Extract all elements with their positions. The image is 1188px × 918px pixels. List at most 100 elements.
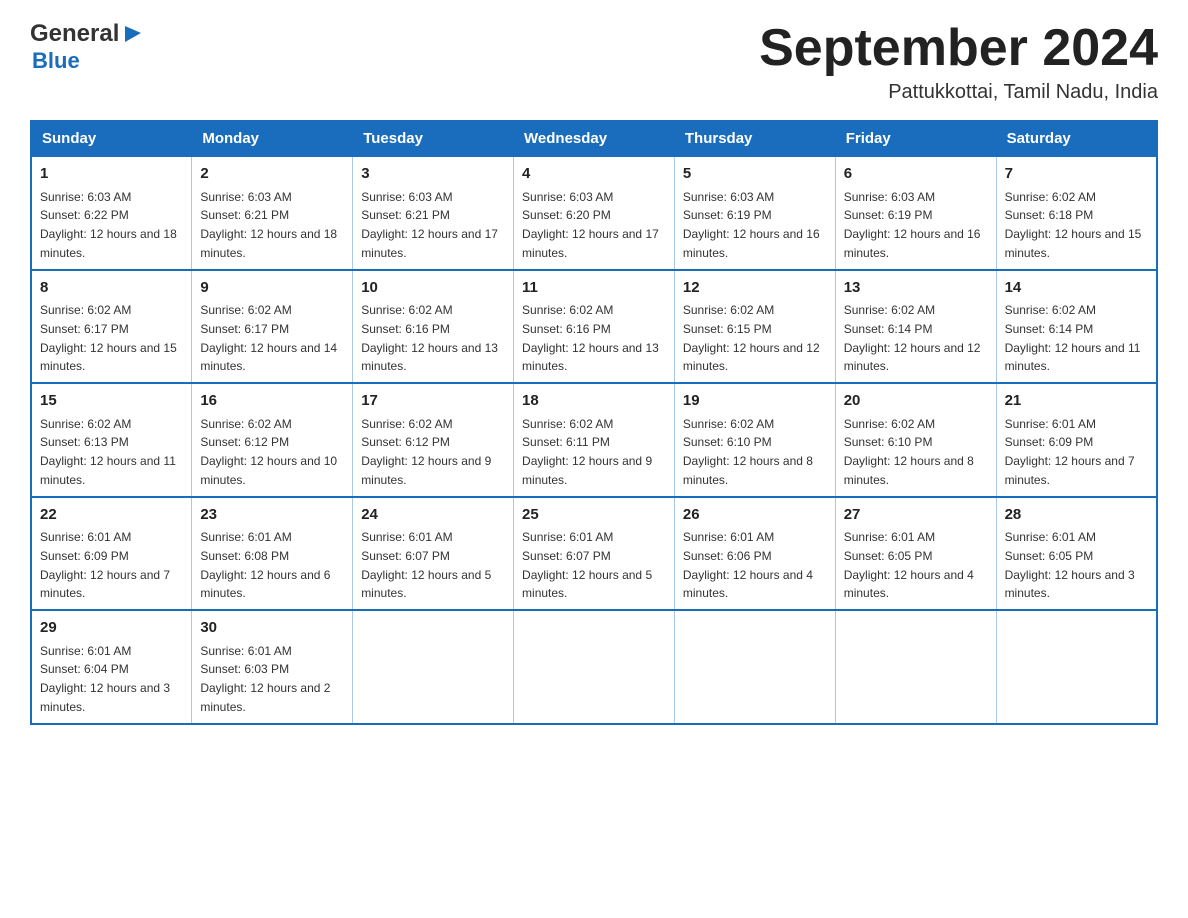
calendar-cell: 12 Sunrise: 6:02 AMSunset: 6:15 PMDaylig… bbox=[674, 270, 835, 384]
calendar-cell: 16 Sunrise: 6:02 AMSunset: 6:12 PMDaylig… bbox=[192, 383, 353, 497]
calendar-cell: 3 Sunrise: 6:03 AMSunset: 6:21 PMDayligh… bbox=[353, 156, 514, 270]
calendar-cell: 25 Sunrise: 6:01 AMSunset: 6:07 PMDaylig… bbox=[514, 497, 675, 611]
day-info: Sunrise: 6:01 AMSunset: 6:09 PMDaylight:… bbox=[40, 530, 170, 600]
day-number: 4 bbox=[522, 163, 666, 186]
day-info: Sunrise: 6:02 AMSunset: 6:16 PMDaylight:… bbox=[361, 303, 498, 373]
day-info: Sunrise: 6:01 AMSunset: 6:07 PMDaylight:… bbox=[522, 530, 652, 600]
weekday-header-row: Sunday Monday Tuesday Wednesday Thursday… bbox=[31, 121, 1157, 156]
day-info: Sunrise: 6:02 AMSunset: 6:17 PMDaylight:… bbox=[40, 303, 177, 373]
day-number: 25 bbox=[522, 504, 666, 527]
calendar-cell: 19 Sunrise: 6:02 AMSunset: 6:10 PMDaylig… bbox=[674, 383, 835, 497]
day-number: 20 bbox=[844, 390, 988, 413]
header-sunday: Sunday bbox=[31, 121, 192, 156]
week-row-5: 29 Sunrise: 6:01 AMSunset: 6:04 PMDaylig… bbox=[31, 610, 1157, 724]
calendar-cell: 30 Sunrise: 6:01 AMSunset: 6:03 PMDaylig… bbox=[192, 610, 353, 724]
calendar-cell bbox=[835, 610, 996, 724]
calendar-cell: 18 Sunrise: 6:02 AMSunset: 6:11 PMDaylig… bbox=[514, 383, 675, 497]
day-number: 27 bbox=[844, 504, 988, 527]
day-info: Sunrise: 6:01 AMSunset: 6:05 PMDaylight:… bbox=[1005, 530, 1135, 600]
day-number: 14 bbox=[1005, 277, 1148, 300]
day-number: 17 bbox=[361, 390, 505, 413]
calendar-cell: 6 Sunrise: 6:03 AMSunset: 6:19 PMDayligh… bbox=[835, 156, 996, 270]
calendar-cell bbox=[674, 610, 835, 724]
week-row-4: 22 Sunrise: 6:01 AMSunset: 6:09 PMDaylig… bbox=[31, 497, 1157, 611]
logo-triangle-icon bbox=[121, 22, 143, 44]
page-header: General Blue September 2024 Pattukkottai… bbox=[30, 20, 1158, 104]
day-number: 1 bbox=[40, 163, 183, 186]
day-info: Sunrise: 6:01 AMSunset: 6:06 PMDaylight:… bbox=[683, 530, 813, 600]
calendar-cell: 24 Sunrise: 6:01 AMSunset: 6:07 PMDaylig… bbox=[353, 497, 514, 611]
day-info: Sunrise: 6:03 AMSunset: 6:19 PMDaylight:… bbox=[683, 190, 820, 260]
location-subtitle: Pattukkottai, Tamil Nadu, India bbox=[759, 81, 1158, 104]
calendar-cell: 28 Sunrise: 6:01 AMSunset: 6:05 PMDaylig… bbox=[996, 497, 1157, 611]
day-info: Sunrise: 6:02 AMSunset: 6:10 PMDaylight:… bbox=[844, 417, 974, 487]
header-monday: Monday bbox=[192, 121, 353, 156]
day-info: Sunrise: 6:02 AMSunset: 6:13 PMDaylight:… bbox=[40, 417, 176, 487]
day-number: 28 bbox=[1005, 504, 1148, 527]
day-info: Sunrise: 6:02 AMSunset: 6:12 PMDaylight:… bbox=[200, 417, 337, 487]
day-info: Sunrise: 6:02 AMSunset: 6:16 PMDaylight:… bbox=[522, 303, 659, 373]
calendar-cell: 17 Sunrise: 6:02 AMSunset: 6:12 PMDaylig… bbox=[353, 383, 514, 497]
logo-general: General bbox=[30, 20, 119, 48]
day-number: 29 bbox=[40, 617, 183, 640]
day-info: Sunrise: 6:02 AMSunset: 6:14 PMDaylight:… bbox=[844, 303, 981, 373]
calendar-cell: 8 Sunrise: 6:02 AMSunset: 6:17 PMDayligh… bbox=[31, 270, 192, 384]
day-number: 15 bbox=[40, 390, 183, 413]
day-info: Sunrise: 6:03 AMSunset: 6:19 PMDaylight:… bbox=[844, 190, 981, 260]
day-number: 11 bbox=[522, 277, 666, 300]
logo: General Blue bbox=[30, 20, 143, 74]
calendar-cell: 26 Sunrise: 6:01 AMSunset: 6:06 PMDaylig… bbox=[674, 497, 835, 611]
day-number: 6 bbox=[844, 163, 988, 186]
day-info: Sunrise: 6:02 AMSunset: 6:12 PMDaylight:… bbox=[361, 417, 491, 487]
day-number: 21 bbox=[1005, 390, 1148, 413]
header-thursday: Thursday bbox=[674, 121, 835, 156]
day-info: Sunrise: 6:01 AMSunset: 6:03 PMDaylight:… bbox=[200, 644, 330, 714]
title-area: September 2024 Pattukkottai, Tamil Nadu,… bbox=[759, 20, 1158, 104]
week-row-3: 15 Sunrise: 6:02 AMSunset: 6:13 PMDaylig… bbox=[31, 383, 1157, 497]
day-number: 23 bbox=[200, 504, 344, 527]
day-number: 2 bbox=[200, 163, 344, 186]
calendar-cell: 11 Sunrise: 6:02 AMSunset: 6:16 PMDaylig… bbox=[514, 270, 675, 384]
calendar-cell: 4 Sunrise: 6:03 AMSunset: 6:20 PMDayligh… bbox=[514, 156, 675, 270]
calendar-cell bbox=[514, 610, 675, 724]
day-info: Sunrise: 6:03 AMSunset: 6:21 PMDaylight:… bbox=[200, 190, 337, 260]
header-friday: Friday bbox=[835, 121, 996, 156]
calendar-cell: 22 Sunrise: 6:01 AMSunset: 6:09 PMDaylig… bbox=[31, 497, 192, 611]
day-info: Sunrise: 6:01 AMSunset: 6:08 PMDaylight:… bbox=[200, 530, 330, 600]
day-number: 5 bbox=[683, 163, 827, 186]
day-number: 10 bbox=[361, 277, 505, 300]
calendar-cell: 1 Sunrise: 6:03 AMSunset: 6:22 PMDayligh… bbox=[31, 156, 192, 270]
day-info: Sunrise: 6:03 AMSunset: 6:20 PMDaylight:… bbox=[522, 190, 659, 260]
day-number: 9 bbox=[200, 277, 344, 300]
header-wednesday: Wednesday bbox=[514, 121, 675, 156]
day-info: Sunrise: 6:02 AMSunset: 6:15 PMDaylight:… bbox=[683, 303, 820, 373]
day-number: 8 bbox=[40, 277, 183, 300]
calendar-cell: 21 Sunrise: 6:01 AMSunset: 6:09 PMDaylig… bbox=[996, 383, 1157, 497]
day-number: 22 bbox=[40, 504, 183, 527]
day-info: Sunrise: 6:03 AMSunset: 6:21 PMDaylight:… bbox=[361, 190, 498, 260]
day-info: Sunrise: 6:02 AMSunset: 6:14 PMDaylight:… bbox=[1005, 303, 1141, 373]
day-info: Sunrise: 6:01 AMSunset: 6:04 PMDaylight:… bbox=[40, 644, 170, 714]
header-saturday: Saturday bbox=[996, 121, 1157, 156]
month-title: September 2024 bbox=[759, 20, 1158, 77]
calendar-cell bbox=[353, 610, 514, 724]
logo-blue: Blue bbox=[32, 48, 80, 74]
day-number: 24 bbox=[361, 504, 505, 527]
day-info: Sunrise: 6:02 AMSunset: 6:11 PMDaylight:… bbox=[522, 417, 652, 487]
day-info: Sunrise: 6:01 AMSunset: 6:09 PMDaylight:… bbox=[1005, 417, 1135, 487]
calendar-table: Sunday Monday Tuesday Wednesday Thursday… bbox=[30, 120, 1158, 725]
day-info: Sunrise: 6:01 AMSunset: 6:05 PMDaylight:… bbox=[844, 530, 974, 600]
calendar-cell: 27 Sunrise: 6:01 AMSunset: 6:05 PMDaylig… bbox=[835, 497, 996, 611]
calendar-cell: 7 Sunrise: 6:02 AMSunset: 6:18 PMDayligh… bbox=[996, 156, 1157, 270]
day-number: 3 bbox=[361, 163, 505, 186]
week-row-2: 8 Sunrise: 6:02 AMSunset: 6:17 PMDayligh… bbox=[31, 270, 1157, 384]
week-row-1: 1 Sunrise: 6:03 AMSunset: 6:22 PMDayligh… bbox=[31, 156, 1157, 270]
calendar-cell: 29 Sunrise: 6:01 AMSunset: 6:04 PMDaylig… bbox=[31, 610, 192, 724]
day-info: Sunrise: 6:02 AMSunset: 6:17 PMDaylight:… bbox=[200, 303, 337, 373]
day-number: 30 bbox=[200, 617, 344, 640]
calendar-cell: 20 Sunrise: 6:02 AMSunset: 6:10 PMDaylig… bbox=[835, 383, 996, 497]
header-tuesday: Tuesday bbox=[353, 121, 514, 156]
day-number: 12 bbox=[683, 277, 827, 300]
day-number: 7 bbox=[1005, 163, 1148, 186]
calendar-cell: 5 Sunrise: 6:03 AMSunset: 6:19 PMDayligh… bbox=[674, 156, 835, 270]
